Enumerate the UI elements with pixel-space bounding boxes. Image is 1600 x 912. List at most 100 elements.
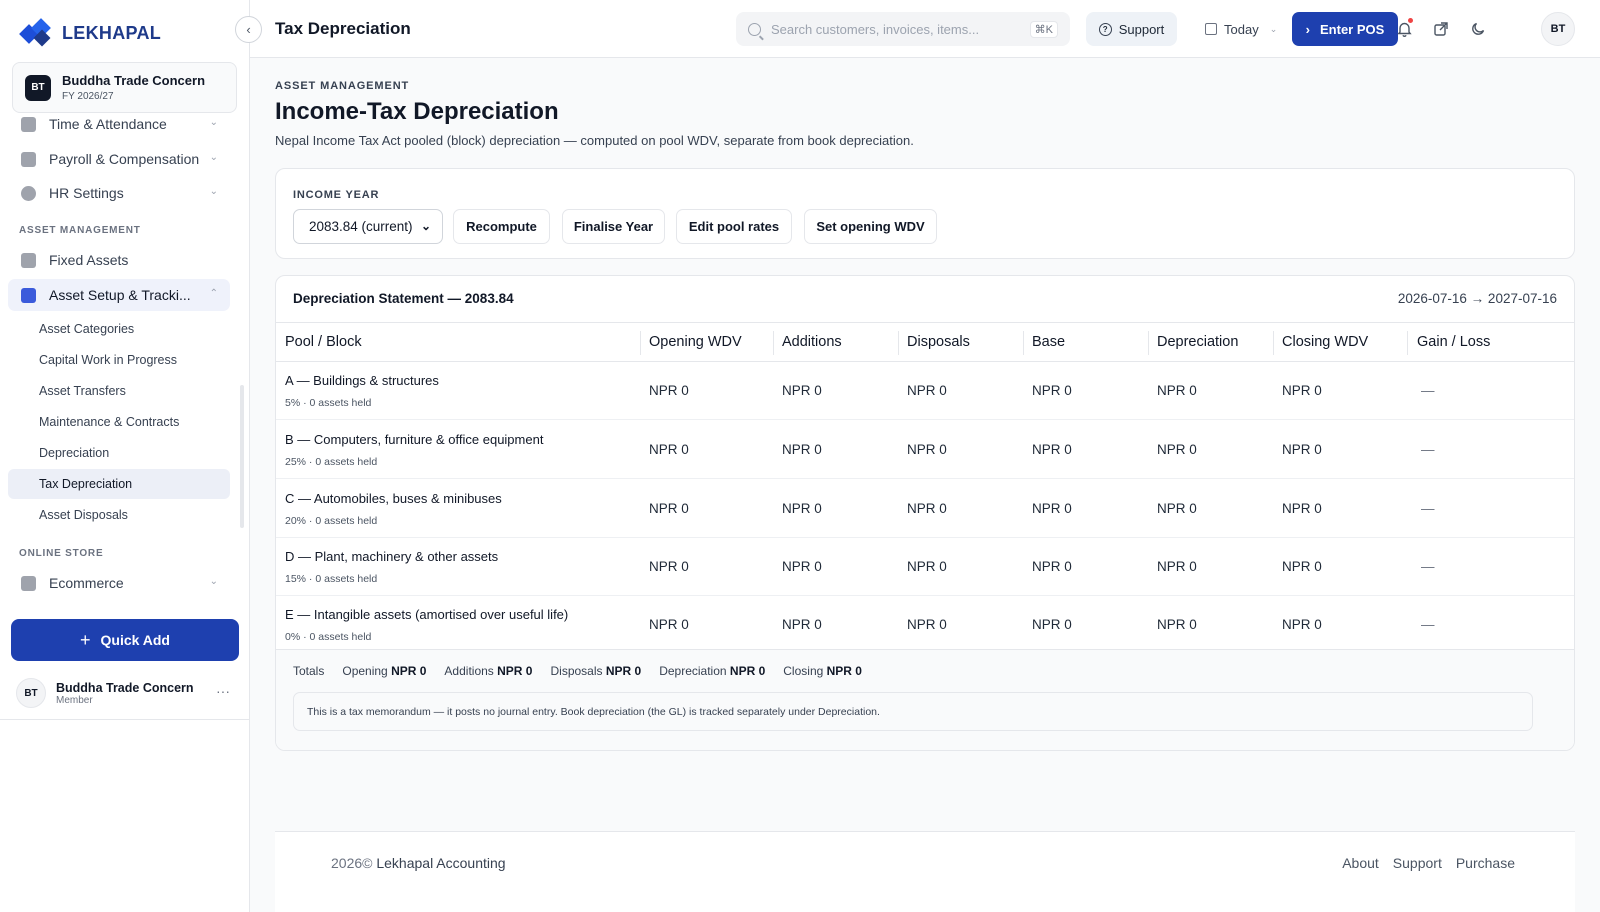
chevron-down-icon: ⌄ <box>209 152 218 163</box>
total-opening: Opening NPR 0 <box>342 664 427 678</box>
cell-additions: NPR 0 <box>782 501 822 516</box>
chevron-down-icon: ⌄ <box>420 219 431 233</box>
set-opening-wdv-button[interactable]: Set opening WDV <box>804 209 937 244</box>
more-icon[interactable]: ··· <box>216 683 230 699</box>
sidebar-subitem-asset-categories[interactable]: Asset Categories <box>8 314 230 344</box>
avatar[interactable]: BT <box>1541 12 1575 46</box>
calendar-icon <box>1205 23 1217 35</box>
cell-opening: NPR 0 <box>649 559 689 574</box>
clock-icon <box>21 116 36 132</box>
sidebar-item-hr-settings[interactable]: HR Settings ⌄ <box>8 177 230 209</box>
column-divider <box>773 331 774 355</box>
column-divider <box>640 331 641 355</box>
statement-date-range: 2026-07-16 → 2027-07-16 <box>1397 291 1557 306</box>
table-row[interactable]: D — Plant, machinery & other assets 15% … <box>276 538 1574 596</box>
sidebar-item-label: Payroll & Compensation <box>49 151 200 167</box>
sidebar-item-payroll[interactable]: Payroll & Compensation ⌄ <box>8 143 230 175</box>
finalise-year-button[interactable]: Finalise Year <box>562 209 665 244</box>
logo-mark-icon <box>19 18 56 47</box>
sidebar-subitem-asset-transfers[interactable]: Asset Transfers <box>8 376 230 406</box>
search-icon <box>748 22 761 36</box>
total-additions: Additions NPR 0 <box>444 664 533 678</box>
sidebar-subitem-cwip[interactable]: Capital Work in Progress <box>8 345 230 375</box>
pool-name: E — Intangible assets (amortised over us… <box>285 607 569 622</box>
section-label-asset-management: ASSET MANAGEMENT <box>19 225 141 236</box>
sidebar-item-time-attendance[interactable]: Time & Attendance ⌄ <box>8 116 230 140</box>
chevron-down-icon: ⌄ <box>209 576 218 587</box>
pool-meta: 25% · 0 assets held <box>285 456 378 468</box>
income-year-select[interactable]: 2083.84 (current) ⌄ <box>293 209 443 244</box>
sidebar-scrollbar[interactable] <box>240 385 244 528</box>
recompute-button[interactable]: Recompute <box>453 209 550 244</box>
sidebar-subitem-maintenance[interactable]: Maintenance & Contracts <box>8 407 230 437</box>
footer-link-support[interactable]: Support <box>1393 855 1442 871</box>
cell-opening: NPR 0 <box>649 383 689 398</box>
income-year-card: INCOME YEAR 2083.84 (current) ⌄ Recomput… <box>275 168 1575 259</box>
cell-closing: NPR 0 <box>1282 559 1322 574</box>
plus-icon: + <box>79 629 91 650</box>
table-row[interactable]: C — Automobiles, buses & minibuses 20% ·… <box>276 480 1574 538</box>
page-eyebrow: ASSET MANAGEMENT <box>275 80 410 92</box>
cell-base: NPR 0 <box>1032 442 1072 457</box>
support-button[interactable]: ? Support <box>1086 12 1177 46</box>
sidebar-item-fixed-assets[interactable]: Fixed Assets <box>8 244 230 276</box>
column-header-pool: Pool / Block <box>285 334 362 350</box>
cell-opening: NPR 0 <box>649 501 689 516</box>
column-divider <box>898 331 899 355</box>
cell-additions: NPR 0 <box>782 617 822 632</box>
column-header-additions: Additions <box>782 334 842 350</box>
brand-name: LEKHAPAL <box>62 22 162 43</box>
sidebar-item-ecommerce[interactable]: Ecommerce ⌄ <box>8 567 230 599</box>
pool-name: B — Computers, furniture & office equipm… <box>285 432 544 447</box>
total-closing: Closing NPR 0 <box>783 664 862 678</box>
cell-closing: NPR 0 <box>1282 383 1322 398</box>
divider <box>0 719 250 720</box>
date-picker-button[interactable]: Today ⌄ <box>1205 12 1289 46</box>
external-link-icon[interactable] <box>1430 18 1452 40</box>
user-role: Member <box>56 694 93 706</box>
tax-memo-note: This is a tax memorandum — it posts no j… <box>293 692 1533 731</box>
edit-pool-rates-button[interactable]: Edit pool rates <box>676 209 792 244</box>
moon-icon[interactable] <box>1467 18 1489 40</box>
bell-icon[interactable] <box>1393 18 1415 40</box>
totals-section: Totals Opening NPR 0 Additions NPR 0 Dis… <box>276 649 1574 750</box>
table-row[interactable]: E — Intangible assets (amortised over us… <box>276 596 1574 654</box>
footer-link-about[interactable]: About <box>1342 855 1379 871</box>
org-switcher[interactable]: BT Buddha Trade Concern FY 2026/27 <box>12 62 237 113</box>
quick-add-button[interactable]: + Quick Add <box>11 619 239 661</box>
cell-base: NPR 0 <box>1032 501 1072 516</box>
sidebar-item-label: HR Settings <box>49 185 124 201</box>
footer-link-purchase[interactable]: Purchase <box>1456 855 1515 871</box>
sidebar-subitem-tax-depreciation[interactable]: Tax Depreciation <box>8 469 230 499</box>
help-icon: ? <box>1098 22 1112 36</box>
cell-depreciation: NPR 0 <box>1157 617 1197 632</box>
chevron-right-icon: › <box>1305 21 1311 37</box>
cell-disposals: NPR 0 <box>907 501 947 516</box>
org-name: Buddha Trade Concern <box>62 73 206 88</box>
avatar: BT <box>16 678 46 708</box>
table-row[interactable]: B — Computers, furniture & office equipm… <box>276 421 1574 479</box>
cell-disposals: NPR 0 <box>907 442 947 457</box>
sidebar-subitem-asset-disposals[interactable]: Asset Disposals <box>8 500 230 530</box>
cell-additions: NPR 0 <box>782 442 822 457</box>
column-header-opening: Opening WDV <box>649 334 742 350</box>
column-divider <box>1407 331 1408 355</box>
pool-meta: 15% · 0 assets held <box>285 573 378 585</box>
table-row[interactable]: A — Buildings & structures 5% · 0 assets… <box>276 362 1574 420</box>
footer-links: About Support Purchase <box>1342 855 1515 871</box>
search-input[interactable] <box>771 21 1021 37</box>
user-menu[interactable]: BT Buddha Trade Concern Member ··· <box>16 677 240 709</box>
column-header-base: Base <box>1032 334 1066 350</box>
footer-year: 2026© <box>331 855 373 871</box>
page-title: Tax Depreciation <box>275 19 411 38</box>
sidebar-item-asset-setup[interactable]: Asset Setup & Tracki... ⌃ <box>8 279 230 311</box>
enter-pos-button[interactable]: › Enter POS <box>1292 12 1398 46</box>
gear-icon <box>21 185 36 201</box>
global-search[interactable]: ⌘K <box>736 12 1070 46</box>
pool-name: D — Plant, machinery & other assets <box>285 549 499 564</box>
brand-logo[interactable]: LEKHAPAL <box>19 18 162 47</box>
sidebar-subitem-depreciation[interactable]: Depreciation <box>8 438 230 468</box>
footer-company: Lekhapal Accounting <box>376 855 506 871</box>
collapse-sidebar-button[interactable]: ‹ <box>235 16 262 43</box>
chevron-left-icon: ‹ <box>246 22 251 37</box>
